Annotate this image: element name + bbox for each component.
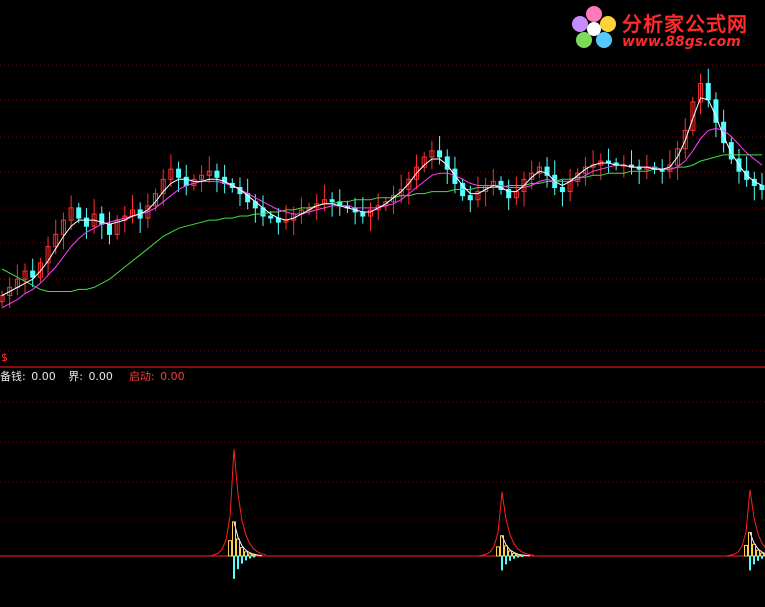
indicator-label-2: 界: bbox=[68, 370, 83, 383]
yellow-bar bbox=[252, 554, 256, 557]
candle-body bbox=[183, 176, 189, 186]
yellow-bar bbox=[512, 553, 516, 557]
candle-body bbox=[106, 223, 112, 235]
candle-body bbox=[268, 215, 274, 219]
watermark-url: www.88gs.com bbox=[622, 34, 741, 50]
cyan-bar bbox=[501, 556, 503, 571]
yellow-bar bbox=[504, 545, 508, 557]
cyan-bar bbox=[749, 556, 751, 571]
candle-body bbox=[759, 184, 765, 191]
yellow-bar bbox=[520, 554, 524, 557]
chart-canvas bbox=[0, 64, 765, 579]
yellow-bar bbox=[240, 547, 244, 557]
cyan-bar bbox=[237, 556, 239, 570]
ma-magenta-line bbox=[1, 127, 763, 309]
flower-logo-icon bbox=[572, 6, 616, 48]
cyan-bar bbox=[249, 556, 251, 559]
candle-body bbox=[76, 207, 82, 219]
indicator-legend: 备钱: 0.00 界: 0.00 启动: 0.00 bbox=[0, 368, 187, 384]
candle-body bbox=[83, 217, 89, 227]
yellow-bar bbox=[232, 521, 236, 557]
yellow-bar bbox=[752, 543, 756, 557]
candle-body bbox=[467, 195, 473, 201]
yellow-bar bbox=[508, 550, 512, 557]
yellow-bar bbox=[760, 552, 764, 557]
candle-body bbox=[214, 170, 220, 178]
candle-body bbox=[360, 211, 366, 217]
price-panel bbox=[0, 68, 765, 309]
indicator-value-1: 0.00 bbox=[31, 370, 56, 383]
indicator-value-3: 0.00 bbox=[160, 370, 185, 383]
yellow-bar bbox=[496, 546, 500, 557]
yellow-bar bbox=[748, 532, 752, 557]
cyan-bar bbox=[753, 556, 755, 565]
yellow-bar bbox=[516, 554, 520, 557]
yellow-bar bbox=[744, 544, 748, 557]
candle-body bbox=[559, 187, 565, 193]
indicator-panel bbox=[0, 449, 765, 579]
yellow-bar bbox=[228, 540, 232, 557]
yellow-bar bbox=[500, 535, 504, 557]
cyan-bar bbox=[233, 556, 235, 579]
yellow-bar bbox=[248, 553, 252, 557]
indicator-marker: $ bbox=[1, 351, 8, 364]
cyan-bar bbox=[253, 556, 255, 558]
cyan-bar bbox=[517, 556, 519, 558]
cyan-bar bbox=[505, 556, 507, 565]
spike-line bbox=[725, 489, 765, 557]
indicator-label-3: 启动: bbox=[128, 370, 155, 383]
ma-green-line bbox=[1, 154, 762, 292]
grid-lines bbox=[0, 64, 765, 521]
yellow-bar bbox=[244, 551, 248, 557]
candle-body bbox=[329, 199, 335, 203]
yellow-bar bbox=[236, 538, 240, 557]
cyan-bar bbox=[757, 556, 759, 561]
candle-body bbox=[176, 168, 182, 178]
ma-white-line bbox=[1, 97, 763, 296]
watermark-brand: 分析家公式网 bbox=[622, 12, 748, 36]
watermark-logo: 分析家公式网 www.88gs.com bbox=[566, 2, 762, 56]
indicator-value-2: 0.00 bbox=[88, 370, 113, 383]
spike-line bbox=[209, 449, 267, 557]
cyan-bar bbox=[761, 556, 763, 559]
cyan-bar bbox=[521, 556, 523, 557]
cyan-bar bbox=[513, 556, 515, 559]
cyan-bar bbox=[509, 556, 511, 561]
yellow-bar bbox=[756, 549, 760, 557]
candle-body bbox=[30, 270, 36, 278]
candle-body bbox=[705, 83, 711, 101]
cyan-bar bbox=[245, 556, 247, 561]
indicator-label-1: 备钱: bbox=[0, 370, 26, 383]
candle-body bbox=[437, 150, 443, 158]
cyan-bar bbox=[241, 556, 243, 564]
